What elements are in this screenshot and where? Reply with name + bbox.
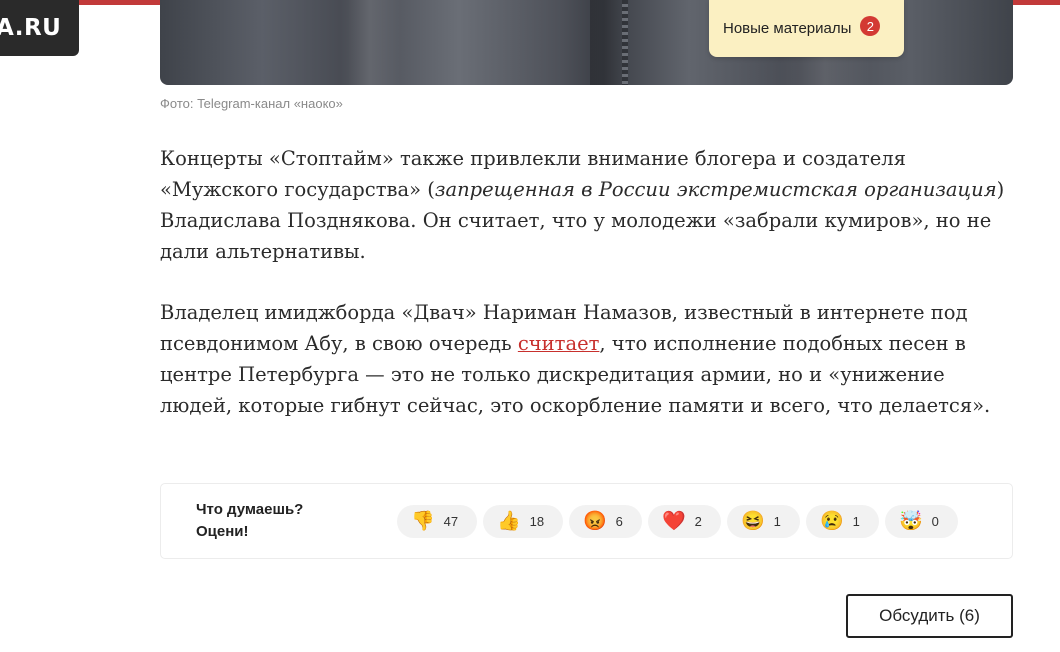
site-logo[interactable]: A.RU bbox=[0, 0, 79, 56]
heart-icon: ❤️ bbox=[662, 511, 686, 532]
reaction-dislike-button[interactable]: 👎 47 bbox=[397, 505, 477, 538]
reactions-panel: Что думаешь? Оцени! 👎 47 👍 18 😡 6 ❤️ 2 😆 1 😢 1… bbox=[160, 483, 1013, 559]
reaction-count: 6 bbox=[615, 514, 623, 529]
reaction-count: 0 bbox=[931, 514, 939, 529]
reactions-title: Что думаешь? Оцени! bbox=[196, 499, 303, 543]
reaction-count: 47 bbox=[443, 514, 459, 529]
shocked-face-icon: 🤯 bbox=[899, 511, 923, 532]
reaction-count: 1 bbox=[852, 514, 860, 529]
photo-zipper bbox=[622, 0, 628, 85]
paragraph-italic-note: запрещенная в России экстремистская орга… bbox=[434, 178, 997, 201]
reactions-title-line: Что думаешь? bbox=[196, 501, 304, 518]
new-materials-label: Новые материалы bbox=[723, 20, 852, 37]
sad-face-icon: 😢 bbox=[820, 511, 844, 532]
article-paragraph: Владелец имиджборда «Двач» Нариман Намаз… bbox=[160, 297, 1020, 421]
reaction-angry-button[interactable]: 😡 6 bbox=[569, 505, 642, 538]
logo-text: A.RU bbox=[0, 15, 62, 41]
reaction-chips: 👎 47 👍 18 😡 6 ❤️ 2 😆 1 😢 1 🤯 0 bbox=[397, 505, 958, 538]
reaction-like-button[interactable]: 👍 18 bbox=[483, 505, 563, 538]
reaction-count: 18 bbox=[529, 514, 545, 529]
angry-face-icon: 😡 bbox=[583, 511, 607, 532]
reaction-laugh-button[interactable]: 😆 1 bbox=[727, 505, 800, 538]
reaction-count: 1 bbox=[773, 514, 781, 529]
reaction-count: 2 bbox=[694, 514, 702, 529]
article-paragraph: Концерты «Стоптайм» также привлекли вним… bbox=[160, 143, 1020, 267]
photo-caption: Фото: Telegram-канал «наоко» bbox=[160, 96, 343, 111]
discuss-comments-button[interactable]: Обсудить (6) bbox=[846, 594, 1013, 638]
new-materials-button[interactable]: Новые материалы 2 bbox=[709, 0, 904, 57]
reaction-shock-button[interactable]: 🤯 0 bbox=[885, 505, 958, 538]
laughing-face-icon: 😆 bbox=[741, 511, 765, 532]
source-link[interactable]: считает bbox=[518, 332, 600, 355]
reactions-title-line: Оцени! bbox=[196, 523, 249, 540]
thumbs-up-icon: 👍 bbox=[497, 511, 521, 532]
photo-fold bbox=[340, 0, 400, 85]
new-materials-count-badge: 2 bbox=[860, 16, 881, 36]
reaction-sad-button[interactable]: 😢 1 bbox=[806, 505, 879, 538]
reaction-heart-button[interactable]: ❤️ 2 bbox=[648, 505, 721, 538]
thumbs-down-icon: 👎 bbox=[411, 511, 435, 532]
